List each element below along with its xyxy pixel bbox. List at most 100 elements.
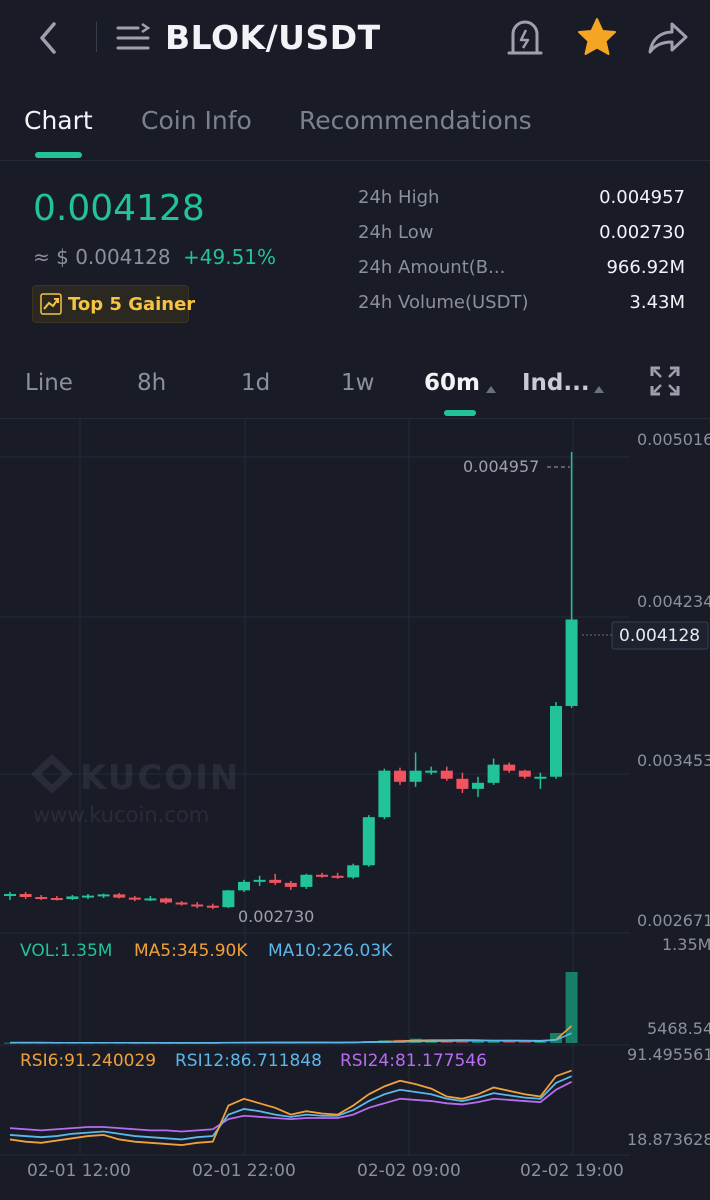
candle-body [331, 875, 344, 878]
volume-bar [565, 972, 578, 1043]
candle-body [300, 874, 313, 887]
timeframe-8h[interactable]: 8h [137, 370, 166, 396]
candle-body [518, 770, 531, 777]
tab-coin-info[interactable]: Coin Info [141, 106, 252, 135]
volume-legend: VOL:1.35M [20, 941, 112, 961]
back-button[interactable] [30, 18, 70, 58]
timeframe-dropdown-icon [486, 386, 496, 393]
tab-recommendations[interactable]: Recommendations [299, 106, 532, 135]
candle-body [362, 817, 375, 866]
volume-ma10-line [9, 1032, 572, 1044]
timeframe-line[interactable]: Line [25, 370, 73, 396]
active-tab-indicator [35, 152, 82, 158]
candlestick-chart[interactable]: KUCOIN www.kucoin.com 0.005016 0.004234 … [0, 419, 710, 1200]
candle-body [66, 896, 79, 900]
header-divider [96, 22, 97, 52]
share-button[interactable] [646, 18, 690, 58]
indicators-dropdown-icon [594, 386, 604, 393]
volume-ma5-legend: MA5:345.90K [134, 941, 248, 961]
trending-up-icon [40, 293, 62, 315]
fullscreen-button[interactable] [650, 366, 680, 396]
price-alert-button[interactable] [505, 16, 545, 58]
indicators-menu[interactable]: Ind... [522, 370, 590, 396]
candle-body [175, 902, 188, 905]
tab-chart[interactable]: Chart [24, 106, 93, 135]
rsi-lines [9, 1069, 573, 1146]
time-axis-label: 02-01 22:00 [192, 1161, 296, 1181]
stat-value-high: 0.004957 [599, 187, 685, 208]
timeframe-1w[interactable]: 1w [341, 370, 374, 396]
candle-body [378, 770, 391, 818]
rsi24-legend: RSI24:81.177546 [340, 1051, 487, 1071]
time-axis-label: 02-02 09:00 [357, 1161, 461, 1181]
candle-body [50, 898, 63, 901]
high-price-label: 0.004957 [463, 457, 539, 476]
watermark: KUCOIN www.kucoin.com [30, 754, 240, 827]
favorite-button[interactable] [576, 16, 618, 58]
candle-body [113, 894, 126, 898]
watermark-url: www.kucoin.com [33, 803, 209, 827]
rsi12-legend: RSI12:86.711848 [175, 1051, 322, 1071]
rsi6-legend: RSI6:91.240029 [20, 1051, 156, 1071]
candle-body [82, 895, 94, 898]
candle-body [35, 897, 48, 900]
candle-body [19, 893, 32, 898]
volume-ma-lines [9, 1025, 573, 1044]
candle-body [347, 865, 360, 878]
current-price-label: 0.004128 [619, 626, 700, 646]
price-change: +49.51% [183, 245, 277, 269]
last-price: 0.004128 [33, 188, 205, 229]
candle-body [238, 881, 250, 891]
candle-body [160, 898, 172, 903]
candle-body [534, 776, 547, 779]
candle-body [222, 890, 235, 908]
alert-bell-icon [507, 20, 543, 55]
candle-body [425, 770, 438, 773]
star-icon [578, 18, 616, 55]
market-menu-button[interactable] [115, 22, 151, 54]
volume-bar [503, 1041, 516, 1043]
candle-body [550, 706, 562, 777]
rsi-axis-top: 91.495561 [627, 1045, 710, 1064]
list-menu-icon [116, 22, 151, 50]
candle-body [191, 904, 204, 907]
time-axis-label: 02-01 12:00 [27, 1161, 131, 1181]
candle-body [4, 893, 16, 897]
stat-value-low: 0.002730 [599, 222, 685, 243]
candle-body [487, 764, 500, 783]
active-timeframe-indicator [444, 410, 476, 416]
price-axis-label: 0.003453 [637, 751, 710, 770]
price-axis-label: 0.005016 [637, 430, 710, 449]
candle-body [565, 619, 578, 707]
stat-value-amount: 966.92M [606, 257, 685, 278]
candle-body [316, 874, 328, 877]
volume-axis-top: 1.35M [662, 935, 710, 954]
top-gainer-label: Top 5 Gainer [68, 294, 196, 315]
rsi12-line [9, 1075, 572, 1141]
candle-body [440, 770, 453, 779]
candle-body [144, 898, 157, 901]
time-axis-label: 02-02 19:00 [520, 1161, 624, 1181]
timeframe-1d[interactable]: 1d [241, 370, 270, 396]
candle-body [97, 894, 110, 897]
stat-value-volume: 3.43M [629, 292, 685, 313]
stat-label-high: 24h High [358, 187, 440, 208]
candle-body [206, 905, 219, 908]
stat-label-volume: 24h Volume(USDT) [358, 292, 529, 313]
price-axis-label: 0.004234 [637, 592, 710, 611]
volume-axis-bottom: 5468.54 [647, 1019, 710, 1038]
stat-label-amount: 24h Amount(B... [358, 257, 506, 278]
watermark-brand: KUCOIN [80, 758, 240, 798]
price-axis-label: 0.002671 [637, 911, 710, 930]
candle-body [284, 882, 297, 887]
candle-body [269, 879, 282, 883]
candle-body [253, 879, 266, 882]
usd-value: ≈ $ 0.004128 [33, 245, 171, 269]
timeframe-60m[interactable]: 60m [424, 370, 480, 396]
low-price-label: 0.002730 [238, 907, 314, 926]
page-title: BLOK/USDT [165, 18, 381, 57]
candle-body [472, 782, 484, 789]
chevron-left-icon [40, 22, 56, 54]
volume-bars [4, 972, 578, 1044]
candle-body [456, 778, 469, 789]
